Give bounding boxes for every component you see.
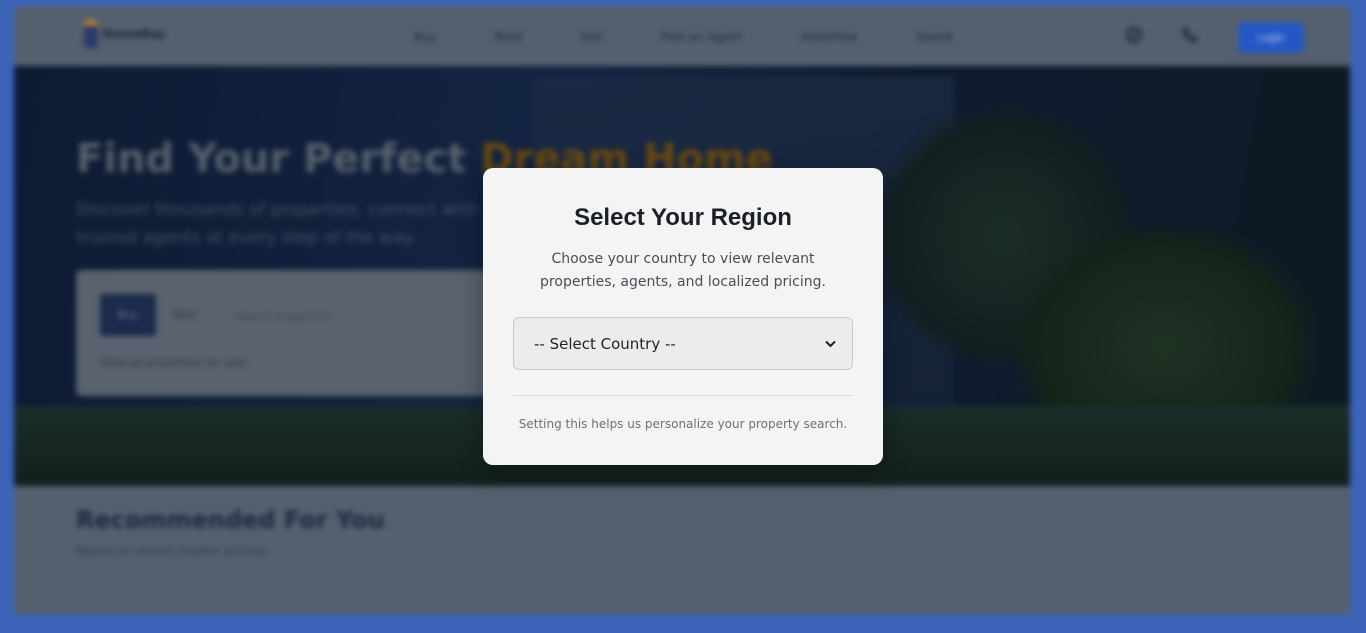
hero-subtitle: Discover thousands of properties, connec… [76, 200, 478, 248]
globe-icon[interactable] [1124, 26, 1144, 46]
modal-footer-note: Setting this helps us personalize your p… [518, 417, 848, 431]
modal-description: Choose your country to view relevant pro… [540, 251, 826, 290]
nav-link-rent[interactable]: Rent [495, 30, 523, 44]
login-button[interactable]: Login [1238, 22, 1304, 53]
logo[interactable]: HomeBay [84, 20, 166, 48]
recommended-section: Recommended For You Based on recent mark… [14, 486, 1350, 614]
search-card: Buy Rent Search properties... View all p… [76, 270, 496, 396]
country-select[interactable]: -- Select Country -- [513, 317, 853, 370]
nav-link-saved[interactable]: Saved [916, 30, 953, 44]
phone-icon[interactable] [1180, 26, 1200, 46]
region-modal: Select Your Region Choose your country t… [483, 168, 883, 465]
search-input[interactable]: Search properties... [234, 310, 342, 323]
nav-link-find-agent[interactable]: Find an Agent [660, 30, 743, 44]
nav-link-buy[interactable]: Buy [414, 30, 437, 44]
nav-link-advertise[interactable]: Advertise [801, 30, 858, 44]
chevron-down-icon [824, 338, 836, 350]
logo-house-icon [84, 20, 98, 48]
tab-buy[interactable]: Buy [100, 294, 156, 336]
recommended-subtitle: Based on recent market activity [76, 544, 269, 558]
brand-name: HomeBay [102, 27, 166, 41]
search-note: View all properties for sale [100, 356, 247, 369]
modal-title: Select Your Region [574, 204, 792, 231]
tab-rent[interactable]: Rent [172, 308, 197, 321]
modal-divider [513, 395, 853, 396]
country-select-value: -- Select Country -- [534, 334, 676, 353]
navbar: HomeBay Buy Rent Sell Find an Agent Adve… [14, 6, 1350, 66]
recommended-title: Recommended For You [76, 506, 385, 534]
nav-link-sell[interactable]: Sell [580, 30, 602, 44]
hero-title-main: Find Your Perfect [76, 136, 481, 182]
nav-links: Buy Rent Sell Find an Agent Advertise Sa… [414, 30, 1011, 44]
